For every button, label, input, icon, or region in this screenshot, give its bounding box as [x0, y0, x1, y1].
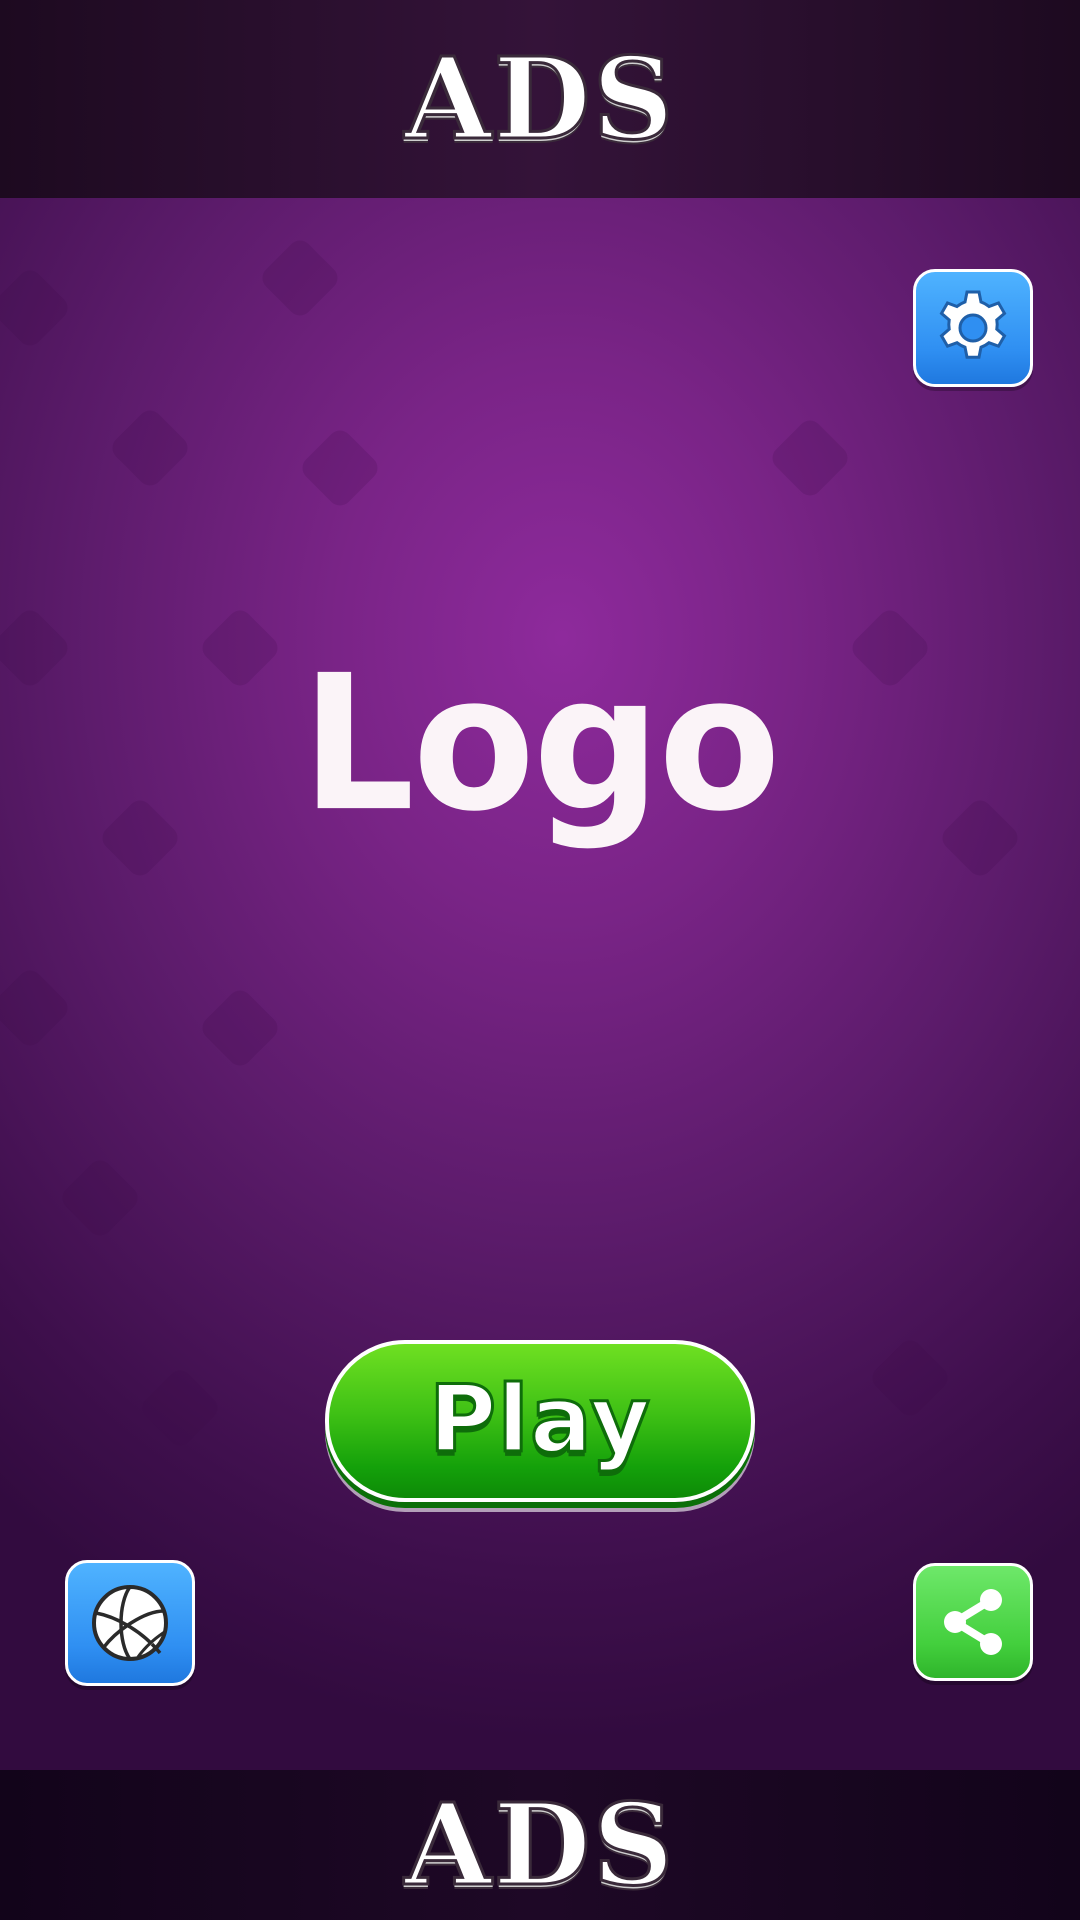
settings-button[interactable] [913, 269, 1033, 387]
background-pattern [257, 235, 343, 321]
game-background [0, 198, 1080, 1770]
top-ad-label: ADS [403, 32, 676, 166]
top-ad-banner[interactable]: ADS [0, 0, 1080, 198]
bottom-ad-banner[interactable]: ADS [0, 1770, 1080, 1920]
play-button-label: Play [427, 1364, 652, 1474]
game-logo: Logo [301, 634, 780, 853]
share-button[interactable] [913, 1563, 1033, 1681]
background-pattern [297, 425, 383, 511]
background-pattern [57, 1155, 143, 1241]
share-icon [944, 1589, 1002, 1655]
play-button[interactable]: Play [325, 1340, 755, 1502]
gear-icon [939, 290, 1007, 359]
background-pattern [767, 415, 853, 501]
background-pattern [0, 265, 73, 351]
background-pattern [0, 965, 73, 1051]
background-pattern [137, 1365, 223, 1451]
basketball-icon [92, 1585, 168, 1661]
background-pattern [867, 1335, 953, 1421]
bottom-ad-label: ADS [403, 1778, 676, 1912]
ball-select-button[interactable] [65, 1560, 195, 1686]
background-pattern [107, 405, 193, 491]
background-pattern [197, 985, 283, 1071]
